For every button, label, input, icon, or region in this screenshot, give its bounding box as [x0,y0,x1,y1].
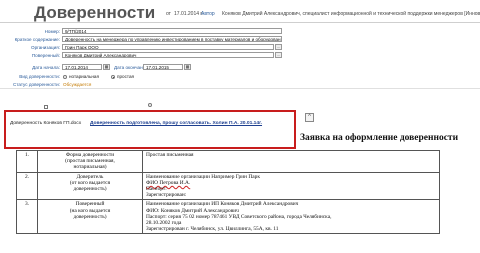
meta-author-label: Автор [201,11,215,17]
row-number: 1. [16,150,38,173]
start-date-calendar-icon[interactable]: ▦ [103,64,110,70]
status-label: Статус доверенности: [13,82,60,87]
number-field[interactable]: 9/ТП/2014 [62,28,282,34]
row-value-line: Зарегистрирован: [146,192,187,199]
attached-document-name[interactable]: Доверенность Коняков ГП.docx [10,121,81,126]
scroll-up-icon[interactable]: ^ [305,113,314,122]
table-row: 3. Поверенный (на кого выдается доверенн… [16,199,440,235]
type-option-simple: простая [117,74,134,79]
meta-date: 17.01.2014 г. [174,11,204,17]
start-date-field[interactable]: 17.01.2014 [62,64,102,70]
table-row: 2. Доверитель (от кого выдается доверенн… [16,171,440,201]
meta-from: от [166,11,171,17]
number-label: Номер: [44,29,60,34]
row-number: 2. [16,171,38,201]
comment-callout[interactable] [4,110,296,149]
summary-label: Краткое содержание: [14,37,60,42]
end-date-calendar-icon[interactable]: ▦ [184,64,191,70]
row-label-line: доверенность) [73,213,107,220]
row-value-line: Зарегистрирован г. Челябинск, ул. Цвилли… [146,226,279,233]
org-picker-button[interactable]: … [275,44,282,50]
org-field[interactable]: Грин Парк ООО [62,44,274,50]
table-row: 1. Форма доверенности (простая письменна… [16,150,440,173]
type-option-notarial: нотариальная [69,74,99,79]
summary-field[interactable]: Доверенность на менеджера по управлению … [62,36,282,42]
trustee-label: Поверенный: [31,53,60,58]
page-title: Доверенности [34,3,156,22]
selection-handle-top-left[interactable] [44,105,48,109]
approval-comment-link[interactable]: Доверенность подготовлена, прошу согласо… [90,121,262,126]
row-label: Поверенный (на кого выдается доверенност… [37,199,143,235]
status-value: Обсуждается [63,82,92,87]
end-date-field[interactable]: 17.01.2015 [143,64,183,70]
trustee-field[interactable]: Коняков Дмитрий Александрович [62,52,274,58]
org-label: Организация: [31,45,60,50]
row-label: Форма доверенности (простая письменная, … [37,150,143,173]
document-heading: Заявка на оформление доверенности [300,133,459,143]
type-radio-simple[interactable] [111,75,115,79]
row-label: Доверитель (от кого выдается доверенност… [37,171,143,201]
request-table: 1. Форма доверенности (простая письменна… [16,150,440,235]
meta-author: Коняков Дмитрий Александрович, специалис… [222,11,480,17]
row-value: Наименование организации ИП Коняков Дмит… [142,199,440,235]
type-label: Вид доверенности: [19,74,60,79]
row-value-line: Простая письменная [146,152,194,158]
row-label-line: нотариальная) [73,164,107,171]
form-divider [0,88,480,89]
rotation-handle[interactable] [148,103,152,107]
type-radio-notarial[interactable] [63,75,67,79]
row-value: Наименование организации Например Грин П… [142,171,440,201]
row-value: Простая письменная [142,150,440,173]
trustee-picker-button[interactable]: … [275,52,282,58]
start-date-label: Дата начала: [32,65,60,70]
row-number: 3. [16,199,38,235]
header-divider [0,22,480,23]
row-label-line: доверенность) [73,186,107,193]
